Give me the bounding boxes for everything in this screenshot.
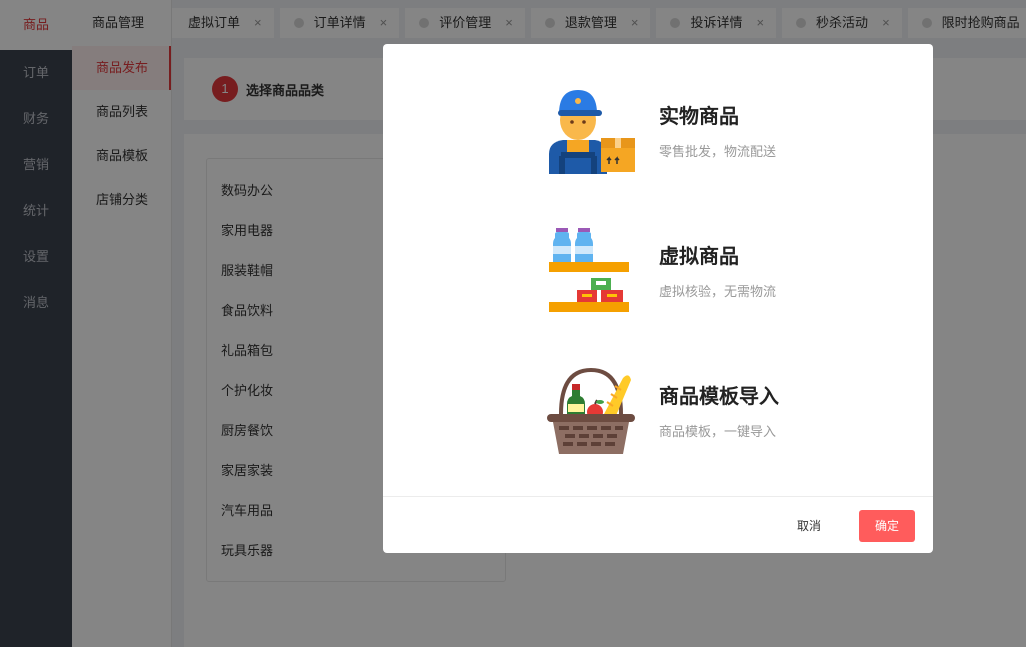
option-physical-goods[interactable]: 实物商品 零售批发，物流配送 (545, 84, 845, 184)
option-template-import[interactable]: 商品模板导入 商品模板，一键导入 (545, 364, 845, 464)
option-title: 实物商品 (659, 106, 739, 128)
option-title: 商品模板导入 (659, 386, 779, 408)
option-virtual-goods[interactable]: 虚拟商品 虚拟核验，无需物流 (545, 224, 845, 324)
cancel-button[interactable]: 取消 (784, 510, 833, 542)
option-description: 商品模板，一键导入 (659, 424, 777, 439)
option-title: 虚拟商品 (659, 246, 739, 268)
delivery-worker-icon (549, 90, 635, 174)
grocery-basket-icon (547, 367, 635, 454)
option-description: 虚拟核验，无需物流 (659, 284, 777, 299)
option-description: 零售批发，物流配送 (659, 144, 777, 159)
shelf-goods-icon (549, 228, 629, 312)
dialog-footer: 取消 确定 (383, 496, 933, 553)
confirm-button[interactable]: 确定 (859, 510, 915, 542)
goods-type-dialog: 实物商品 零售批发，物流配送 虚拟商品 虚拟核验，无需物流 商品模板导入 商品模… (383, 44, 933, 553)
